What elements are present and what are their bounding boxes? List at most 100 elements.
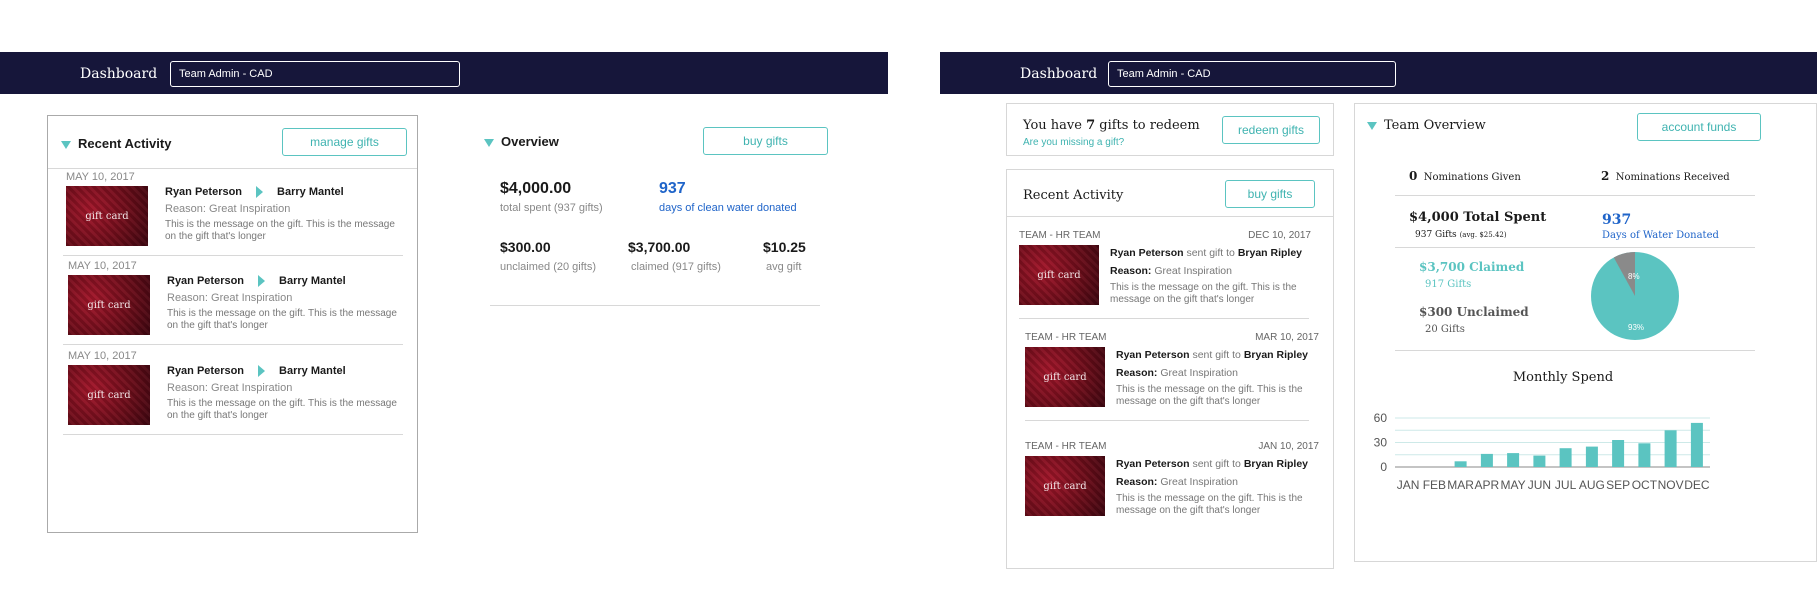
pie-small-label: 8% bbox=[1628, 272, 1640, 281]
activity-sender-recipient: Ryan Peterson Barry Mantel bbox=[167, 275, 346, 288]
divider bbox=[1019, 318, 1309, 319]
monthly-spend-chart: Monthly Spend 60 30 0 JAN FEB MAR APR MAY JUN JU… bbox=[1374, 370, 1710, 492]
divider bbox=[63, 255, 403, 256]
activity-date: MAR 10, 2017 bbox=[1255, 332, 1319, 343]
right-dashboard-mockup: Dashboard Team Admin - CAD You have 7 gi… bbox=[940, 52, 1817, 569]
divider bbox=[490, 305, 820, 306]
x-tick-label: JAN bbox=[1397, 478, 1420, 492]
bar-dec bbox=[1690, 422, 1703, 467]
activity-team: TEAM - HR TEAM bbox=[1025, 441, 1107, 452]
divider bbox=[63, 434, 403, 435]
recent-activity-title: Recent Activity bbox=[78, 136, 172, 151]
activity-date: DEC 10, 2017 bbox=[1248, 230, 1311, 241]
claimed-value: $3,700.00 bbox=[628, 239, 691, 255]
bar-may bbox=[1507, 453, 1520, 467]
nominations-received: 2 Nominations Received bbox=[1601, 169, 1730, 183]
team-select[interactable]: Team Admin - CAD bbox=[1108, 61, 1396, 87]
top-nav-bar: Dashboard Team Admin - CAD bbox=[940, 52, 1817, 94]
water-days-label: Days of Water Donated bbox=[1602, 230, 1719, 241]
avg-gift-label: avg gift bbox=[766, 261, 802, 273]
activity-reason: Reason: Great Inspiration bbox=[1116, 367, 1238, 379]
claimed-amount: $3,700 Claimed bbox=[1419, 260, 1525, 274]
nominations-given: 0 Nominations Given bbox=[1409, 169, 1521, 183]
activity-message: This is the message on the gift. This is… bbox=[1116, 384, 1303, 407]
claimed-gifts: 917 Gifts bbox=[1425, 279, 1472, 290]
activity-message: This is the message on the gift. This is… bbox=[1116, 493, 1303, 516]
overview-header: Overview bbox=[484, 134, 559, 149]
gift-card-image: gift card bbox=[1019, 245, 1099, 305]
collapse-triangle-icon[interactable] bbox=[61, 140, 71, 149]
top-nav-bar: Dashboard Team Admin - CAD bbox=[0, 52, 888, 94]
activity-message: This is the message on the gift. This is… bbox=[165, 219, 395, 242]
claimed-label: claimed (917 gifts) bbox=[631, 261, 721, 273]
total-spent-value: $4,000.00 bbox=[500, 180, 572, 197]
divider bbox=[1025, 420, 1309, 421]
x-tick-label: NOV bbox=[1658, 478, 1684, 492]
sender-name: Ryan Peterson bbox=[167, 365, 245, 377]
recipient-name: Barry Mantel bbox=[277, 186, 344, 198]
manage-gifts-button[interactable]: manage gifts bbox=[282, 128, 407, 156]
water-days-value: 937 bbox=[1602, 212, 1632, 228]
bar-apr bbox=[1480, 453, 1493, 467]
recent-activity-card: Recent Activity manage gifts MAY 10, 201… bbox=[47, 115, 418, 533]
y-tick-label: 60 bbox=[1374, 411, 1388, 425]
dashboard-title: Dashboard bbox=[1020, 66, 1098, 82]
divider bbox=[1007, 216, 1333, 217]
redeem-gifts-button[interactable]: redeem gifts bbox=[1222, 116, 1320, 144]
activity-team: TEAM - HR TEAM bbox=[1019, 230, 1101, 241]
recipient-name: Barry Mantel bbox=[279, 275, 346, 287]
recent-activity-card: Recent Activity buy gifts TEAM - HR TEAM… bbox=[1006, 169, 1334, 569]
unclaimed-label: unclaimed (20 gifts) bbox=[500, 261, 596, 273]
activity-date: MAY 10, 2017 bbox=[68, 350, 137, 362]
team-overview-header: Team Overview bbox=[1367, 118, 1486, 133]
recent-activity-title: Recent Activity bbox=[1023, 188, 1124, 203]
recipient-name: Bryan Ripley bbox=[1237, 247, 1303, 259]
sender-name: Ryan Peterson bbox=[167, 275, 245, 287]
unclaimed-value: $300.00 bbox=[500, 239, 551, 255]
bar-nov bbox=[1664, 430, 1677, 468]
gift-card-image: gift card bbox=[66, 186, 148, 246]
total-spent: $4,000 Total Spent bbox=[1409, 210, 1547, 225]
activity-reason: Reason: Great Inspiration bbox=[167, 292, 293, 304]
buy-gifts-button[interactable]: buy gifts bbox=[703, 127, 828, 155]
divider bbox=[1395, 247, 1755, 248]
redeem-message: You have 7 gifts to redeem bbox=[1023, 118, 1200, 133]
team-select[interactable]: Team Admin - CAD bbox=[170, 61, 460, 87]
sender-name: Ryan Peterson bbox=[1116, 458, 1190, 470]
recipient-name: Bryan Ripley bbox=[1243, 458, 1309, 470]
divider bbox=[1395, 195, 1755, 196]
bar-sep bbox=[1612, 440, 1625, 467]
arrow-right-icon bbox=[258, 365, 266, 378]
unclaimed-amount: $300 Unclaimed bbox=[1419, 305, 1529, 319]
activity-sender-recipient: Ryan Peterson sent gift to Bryan Ripley bbox=[1116, 458, 1309, 470]
activity-reason: Reason: Great Inspiration bbox=[165, 203, 291, 215]
x-tick-label: JUN bbox=[1528, 478, 1551, 492]
missing-gift-link[interactable]: Are you missing a gift? bbox=[1023, 137, 1124, 148]
collapse-triangle-icon[interactable] bbox=[484, 138, 494, 147]
divider bbox=[1395, 350, 1755, 351]
arrow-right-icon bbox=[258, 275, 266, 288]
recipient-name: Bryan Ripley bbox=[1243, 349, 1309, 361]
gifts-count: 937 Gifts (avg. $25.42) bbox=[1415, 230, 1507, 240]
team-overview-card: Team Overview account funds 0 Nomination… bbox=[1354, 103, 1817, 562]
buy-gifts-button[interactable]: buy gifts bbox=[1225, 180, 1315, 208]
bar-jun bbox=[1533, 455, 1546, 467]
bar-mar bbox=[1454, 461, 1467, 467]
activity-sender-recipient: Ryan Peterson Barry Mantel bbox=[167, 365, 346, 378]
activity-reason: Reason: Great Inspiration bbox=[1116, 476, 1238, 488]
water-days-value: 937 bbox=[659, 180, 686, 197]
x-tick-label: APR bbox=[1475, 478, 1500, 492]
pie-large-label: 93% bbox=[1628, 323, 1644, 332]
chart-title: Monthly Spend bbox=[1513, 370, 1613, 385]
divider bbox=[63, 344, 403, 345]
x-tick-label: FEB bbox=[1423, 478, 1446, 492]
x-tick-label: DEC bbox=[1684, 478, 1710, 492]
avg-gift-value: $10.25 bbox=[763, 239, 806, 255]
activity-sender-recipient: Ryan Peterson sent gift to Bryan Ripley bbox=[1116, 349, 1309, 361]
activity-team: TEAM - HR TEAM bbox=[1025, 332, 1107, 343]
account-funds-button[interactable]: account funds bbox=[1637, 113, 1761, 141]
unclaimed-gifts: 20 Gifts bbox=[1425, 324, 1465, 335]
gift-card-image: gift card bbox=[68, 275, 150, 335]
arrow-right-icon bbox=[256, 186, 264, 199]
collapse-triangle-icon[interactable] bbox=[1367, 121, 1377, 130]
